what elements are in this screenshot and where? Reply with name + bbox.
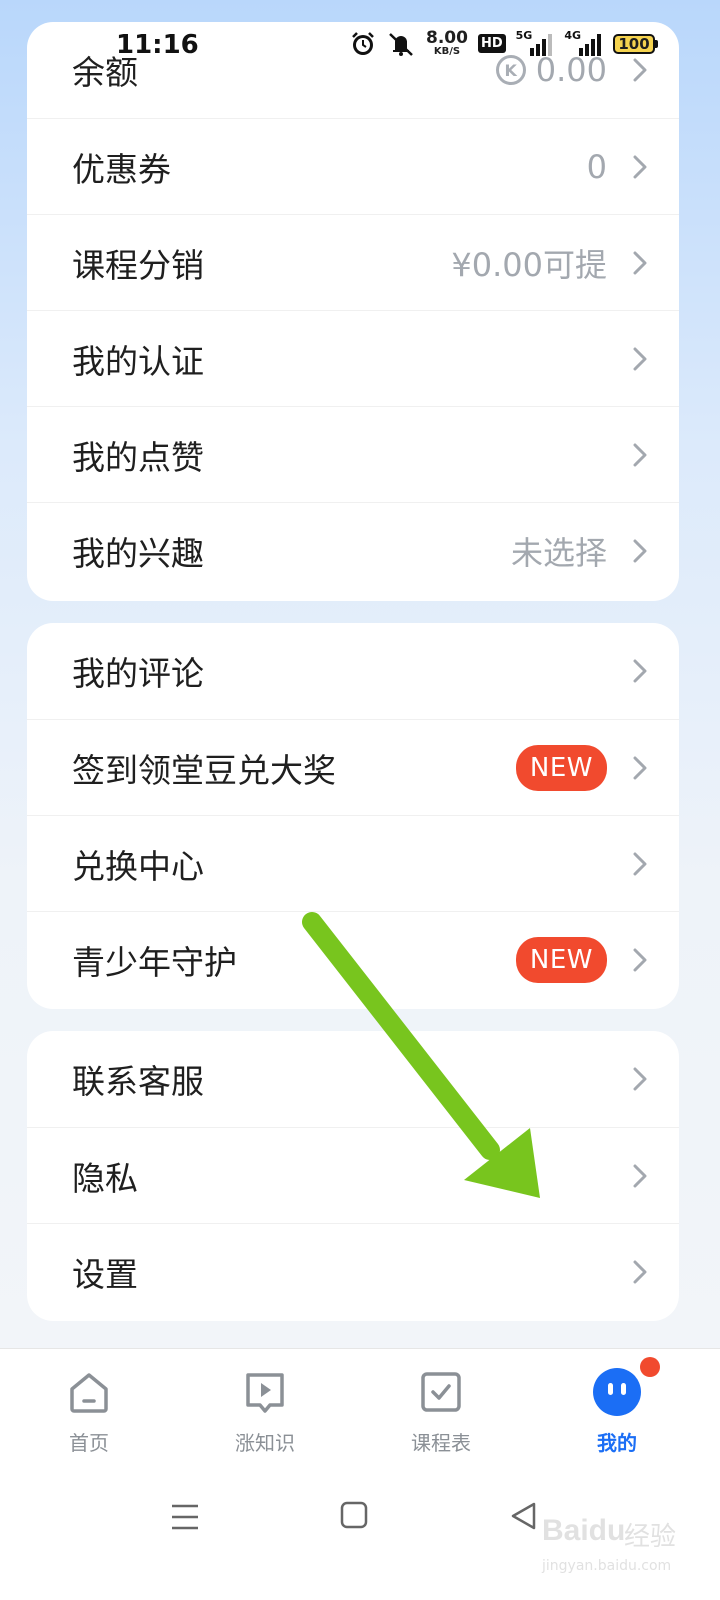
youth-label: 青少年守护 bbox=[72, 942, 237, 982]
baidu-watermark: Baidu 经验 jingyan.baidu.com bbox=[540, 1506, 700, 1586]
chevron-right-icon bbox=[633, 347, 647, 370]
tab-home[interactable]: 首页 bbox=[24, 1367, 154, 1456]
distribution-label: 课程分销 bbox=[72, 245, 204, 285]
comments-label: 我的评论 bbox=[72, 654, 204, 693]
interests-row[interactable]: 我的兴趣 未选择 bbox=[27, 502, 679, 598]
hd-icon: HD bbox=[477, 34, 506, 53]
status-time: 11:16 bbox=[116, 30, 199, 60]
checkin-label: 签到领堂豆兑大奖 bbox=[72, 750, 336, 790]
tab-schedule[interactable]: 课程表 bbox=[376, 1367, 506, 1456]
interests-label: 我的兴趣 bbox=[72, 533, 204, 573]
privacy-row[interactable]: 隐私 bbox=[27, 1127, 679, 1223]
tab-schedule-label: 课程表 bbox=[411, 1431, 471, 1455]
watermark-cn: 经验 bbox=[624, 1522, 677, 1552]
privacy-label: 隐私 bbox=[72, 1158, 138, 1198]
new-badge: NEW bbox=[515, 744, 607, 791]
settings-row[interactable]: 设置 bbox=[27, 1223, 679, 1319]
coupons-label: 优惠券 bbox=[72, 149, 171, 189]
tab-knowledge[interactable]: 涨知识 bbox=[200, 1367, 330, 1456]
checklist-icon bbox=[416, 1367, 466, 1417]
battery-icon: 100 bbox=[613, 33, 658, 54]
chevron-right-icon bbox=[633, 756, 647, 779]
support-label: 联系客服 bbox=[72, 1062, 204, 1101]
tab-home-label: 首页 bbox=[69, 1431, 109, 1455]
distribution-value: ¥0.00可提 bbox=[451, 245, 607, 284]
menu-icon[interactable] bbox=[168, 1500, 202, 1534]
comments-row[interactable]: 我的评论 bbox=[27, 623, 679, 719]
coupons-value: 0 bbox=[586, 147, 607, 186]
back-icon[interactable] bbox=[508, 1500, 538, 1532]
net-speed: 8.00 KB/S bbox=[426, 30, 468, 57]
status-bar: 11:16 8.00 KB/S HD 5G 4G 100 bbox=[0, 0, 720, 92]
status-icons: 8.00 KB/S HD 5G 4G 100 bbox=[350, 29, 658, 57]
watermark-url: jingyan.baidu.com bbox=[542, 1558, 672, 1574]
profile-icon bbox=[592, 1367, 642, 1417]
alarm-icon bbox=[350, 31, 376, 57]
video-icon bbox=[240, 1367, 290, 1417]
home-icon bbox=[64, 1367, 114, 1417]
signal-5g-icon: 5G bbox=[515, 29, 555, 56]
chevron-right-icon bbox=[633, 1067, 647, 1091]
chevron-right-icon bbox=[633, 659, 647, 683]
sig2-label: 4G bbox=[564, 29, 581, 42]
home-button-icon[interactable] bbox=[339, 1500, 369, 1530]
net-speed-unit: KB/S bbox=[433, 46, 461, 57]
interests-value: 未选择 bbox=[510, 533, 607, 572]
signal-4g-icon: 4G bbox=[564, 29, 603, 56]
tab-knowledge-label: 涨知识 bbox=[235, 1431, 295, 1455]
sig1-label: 5G bbox=[515, 29, 533, 42]
account-card: 余额 K 0.00 优惠券 0 课程分销 ¥0.00可提 我的认证 我的点赞 我… bbox=[27, 22, 679, 601]
chevron-right-icon bbox=[633, 852, 647, 875]
support-card: 联系客服 隐私 设置 bbox=[27, 1031, 679, 1321]
checkin-row[interactable]: 签到领堂豆兑大奖 NEW bbox=[27, 719, 679, 815]
tab-mine-label: 我的 bbox=[597, 1431, 637, 1455]
tab-mine[interactable]: 我的 bbox=[552, 1357, 682, 1456]
chevron-right-icon bbox=[633, 948, 647, 971]
likes-row[interactable]: 我的点赞 bbox=[27, 406, 679, 502]
chevron-right-icon bbox=[633, 539, 647, 562]
mute-icon bbox=[386, 31, 416, 57]
likes-label: 我的点赞 bbox=[72, 437, 204, 477]
bottom-tab-bar: 首页 涨知识 课程表 我的 bbox=[0, 1348, 720, 1479]
distribution-row[interactable]: 课程分销 ¥0.00可提 bbox=[27, 214, 679, 310]
chevron-right-icon bbox=[633, 251, 647, 274]
activity-card: 我的评论 签到领堂豆兑大奖 NEW 兑换中心 青少年守护 NEW bbox=[27, 623, 679, 1009]
exchange-row[interactable]: 兑换中心 bbox=[27, 815, 679, 911]
certification-row[interactable]: 我的认证 bbox=[27, 310, 679, 406]
exchange-label: 兑换中心 bbox=[72, 846, 204, 886]
watermark-text: Baidu bbox=[542, 1514, 626, 1547]
notification-dot bbox=[640, 1357, 660, 1377]
support-row[interactable]: 联系客服 bbox=[27, 1031, 679, 1127]
youth-row[interactable]: 青少年守护 NEW bbox=[27, 911, 679, 1007]
chevron-right-icon bbox=[633, 1260, 647, 1283]
new-badge: NEW bbox=[515, 936, 607, 983]
chevron-right-icon bbox=[633, 443, 647, 466]
net-speed-value: 8.00 bbox=[426, 28, 468, 48]
coupons-row[interactable]: 优惠券 0 bbox=[27, 118, 679, 214]
chevron-right-icon bbox=[633, 155, 647, 178]
battery-level: 100 bbox=[613, 33, 655, 54]
certification-label: 我的认证 bbox=[72, 341, 204, 381]
settings-label: 设置 bbox=[72, 1254, 138, 1294]
chevron-right-icon bbox=[633, 1164, 647, 1187]
